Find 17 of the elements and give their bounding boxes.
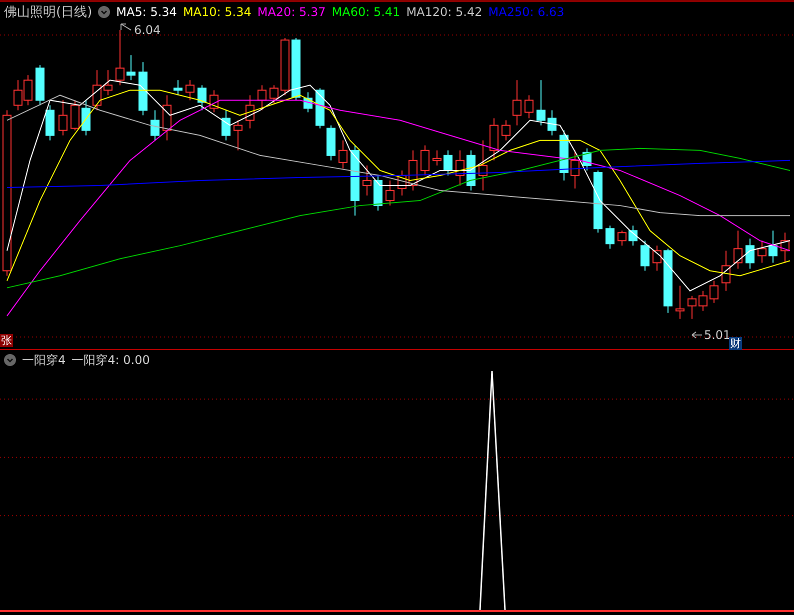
moving-average-label: MA60: 5.41 (332, 5, 400, 19)
arrow-icon (120, 24, 132, 31)
moving-average-label: MA120: 5.42 (406, 5, 482, 19)
high-price-label: 6.04 (134, 23, 161, 38)
low-price-label: 5.01 (704, 328, 731, 342)
dropdown-icon[interactable] (4, 354, 16, 366)
indicator-name: 一阳穿4 (22, 352, 66, 368)
moving-average-label: MA5: 5.34 (116, 5, 177, 19)
marker-badge: 张 (0, 334, 13, 347)
arrow-icon (692, 331, 702, 338)
stock-title: 佛山照明(日线) (4, 4, 92, 21)
indicator-reading: 一阳穿4: 0.00 (72, 352, 150, 368)
marker-badge: 财 (729, 337, 742, 350)
moving-average-label: MA10: 5.34 (182, 5, 252, 19)
dropdown-icon[interactable] (98, 6, 110, 18)
moving-average-label: MA250: 6.63 (488, 5, 564, 19)
moving-average-label: MA20: 5.37 (257, 5, 326, 19)
